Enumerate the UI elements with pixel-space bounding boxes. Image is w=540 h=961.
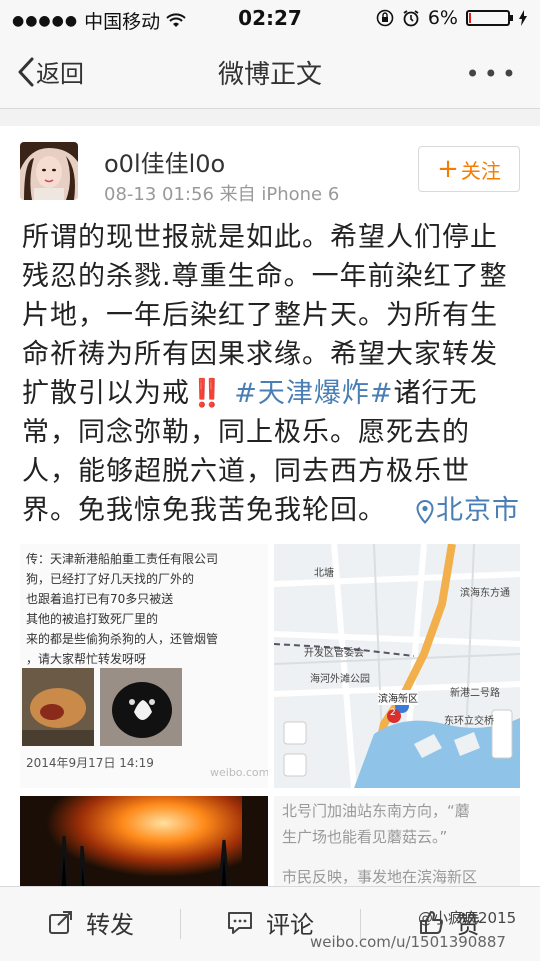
repost-label: 转发 — [86, 911, 134, 939]
explosion-photo — [20, 796, 268, 886]
follow-label: 关注 — [460, 158, 501, 183]
screenshot-text-line: 狗，已经打了好几天找的厂外的 — [26, 572, 195, 586]
map-label: 东环立交桥 — [444, 716, 494, 727]
map-view — [274, 544, 520, 788]
map-marker: 2 — [390, 708, 396, 718]
location-link[interactable]: 北京市 — [416, 491, 520, 530]
battery-level — [469, 13, 472, 23]
post-image-explosion[interactable] — [20, 796, 268, 886]
battery-percent: 6% — [427, 7, 458, 29]
screenshot-text-line: 其他的被追打致死厂里的 — [26, 612, 159, 626]
battery-icon — [466, 10, 513, 26]
charging-bolt-icon — [519, 10, 527, 26]
injured-dog-photo — [22, 668, 94, 746]
post-image-map[interactable]: 开发区管委会 滨海新区 东环立交桥 新港二号路 海河外滩公园 滨海东方通 北塘 … — [274, 544, 520, 788]
post-image-screenshot[interactable]: 传：天津新港船舶重工责任有限公司 狗，已经打了好几天找的厂外的 也跟着追打已有7… — [20, 544, 268, 788]
screenshot-text-line: 传：天津新港船舶重工责任有限公司 — [26, 552, 219, 566]
screenshot-text-line: 来的都是些偷狗杀狗的人，还管烟管 — [26, 632, 219, 646]
plus-icon: + — [437, 154, 459, 184]
map-label: 开发区管委会 — [304, 648, 364, 659]
screenshot-watermark: weibo.com — [210, 766, 268, 779]
follow-button[interactable]: + 关注 — [418, 146, 520, 192]
post-image-news-text[interactable]: 北号门加油站东南方向，“蘑 生广场也能看见蘑菇云。” 市民反映，事发地在滨海新区 — [274, 796, 520, 886]
screenshot-date: 2014年9月17日 14:19 — [26, 756, 154, 770]
comment-label: 评论 — [266, 911, 314, 939]
username[interactable]: o0l佳佳l0o — [104, 144, 225, 179]
status-bar: ●●●●● 中国移动 02:27 6% — [0, 0, 540, 36]
location-label: 北京市 — [436, 495, 520, 526]
nav-bar: 返回 微博正文 ••• — [0, 36, 540, 109]
more-options-button[interactable]: ••• — [466, 60, 520, 88]
page-title: 微博正文 — [217, 60, 322, 90]
rotation-lock-icon — [376, 9, 394, 27]
map-marker: 1 — [398, 698, 404, 708]
comment-button[interactable]: 评论 — [226, 905, 314, 940]
watermark-url: weibo.com/u/1501390887 — [310, 933, 506, 951]
comment-icon — [228, 911, 252, 934]
post-card: o0l佳佳l0o 08-13 01:56 来自 iPhone 6 + 关注 所谓… — [0, 126, 540, 886]
divider — [180, 909, 181, 939]
news-text-line: 生广场也能看见蘑菇云。” — [282, 828, 448, 846]
post-text: 所谓的现世报就是如此。希望人们停止残忍的杀戮.尊重生命。一年前染红了整片地，一年… — [22, 218, 520, 530]
screenshot-text-line: ，请大家帮忙转发呀呀 — [26, 652, 147, 666]
topic-link[interactable]: #天津爆炸# — [234, 378, 393, 409]
map-label: 滨海东方通 — [460, 588, 510, 599]
post-time: 08-13 01:56 — [104, 184, 214, 205]
avatar[interactable] — [20, 142, 78, 200]
double-exclamation-icon: ‼️ — [190, 378, 225, 409]
avatar-image — [20, 142, 78, 200]
share-icon — [49, 910, 72, 934]
map-label: 海河外滩公园 — [310, 674, 370, 685]
map-label: 北塘 — [314, 568, 334, 579]
post-source: 来自 iPhone 6 — [219, 184, 340, 205]
map-label: 新港二号路 — [450, 688, 500, 699]
dog-photo — [100, 668, 182, 746]
screenshot-text-line: 也跟着追打已有70多只被送 — [26, 592, 174, 606]
news-text-line: 北号门加油站东南方向，“蘑 — [282, 802, 470, 820]
post-meta: 08-13 01:56 来自 iPhone 6 — [104, 180, 339, 206]
location-pin-icon — [416, 499, 434, 524]
bottom-action-bar: 转发 评论 赞 @小疯疯2015 weibo.com/u/1501390887 — [0, 886, 540, 961]
watermark-username: @小疯疯2015 — [418, 909, 517, 927]
news-text-line: 市民反映，事发地在滨海新区 — [282, 868, 478, 886]
status-right: 6% — [376, 7, 528, 29]
alarm-icon — [403, 10, 419, 27]
repost-button[interactable]: 转发 — [48, 905, 134, 940]
